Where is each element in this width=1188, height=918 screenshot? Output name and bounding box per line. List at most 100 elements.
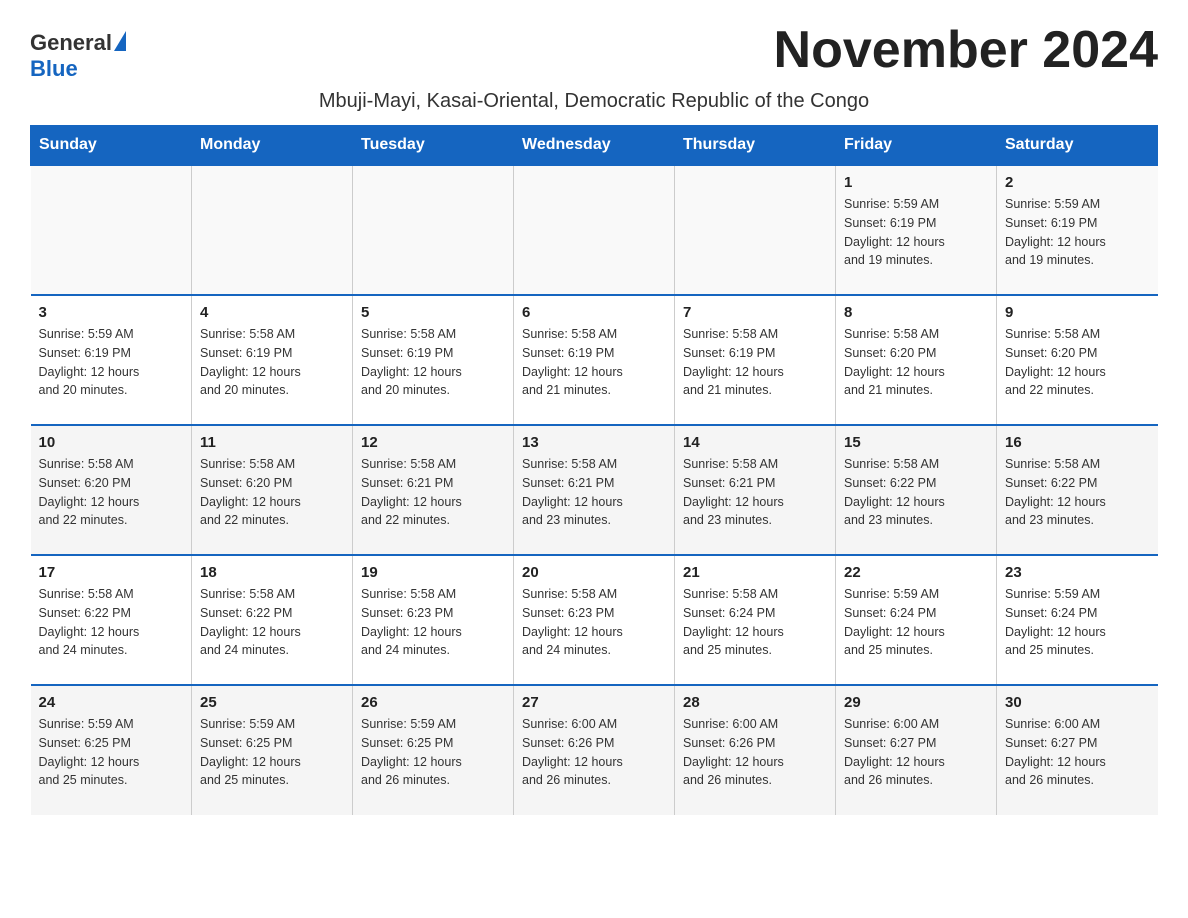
day-info: Sunrise: 5:58 AM Sunset: 6:20 PM Dayligh… [844,325,988,400]
day-number: 9 [1005,304,1150,321]
day-number: 17 [39,564,184,581]
day-info: Sunrise: 5:58 AM Sunset: 6:19 PM Dayligh… [361,325,505,400]
day-info: Sunrise: 6:00 AM Sunset: 6:26 PM Dayligh… [522,715,666,790]
calendar-cell: 19 Sunrise: 5:58 AM Sunset: 6:23 PM Dayli… [353,555,514,685]
calendar-cell: 4 Sunrise: 5:58 AM Sunset: 6:19 PM Daylig… [192,295,353,425]
col-header-friday: Friday [836,126,997,166]
calendar-cell: 29 Sunrise: 6:00 AM Sunset: 6:27 PM Dayli… [836,685,997,815]
calendar-cell: 3Sunrise: 5:59 AM Sunset: 6:19 PM Daylig… [31,295,192,425]
day-info: Sunrise: 5:58 AM Sunset: 6:23 PM Dayligh… [361,585,505,660]
logo-text-blue: Blue [30,56,78,82]
calendar-cell: 30 Sunrise: 6:00 AM Sunset: 6:27 PM Dayli… [997,685,1158,815]
day-info: Sunrise: 5:58 AM Sunset: 6:22 PM Dayligh… [844,455,988,530]
day-info: Sunrise: 5:58 AM Sunset: 6:20 PM Dayligh… [39,455,184,530]
day-info: Sunrise: 5:59 AM Sunset: 6:24 PM Dayligh… [844,585,988,660]
calendar-cell: 15 Sunrise: 5:58 AM Sunset: 6:22 PM Dayli… [836,425,997,555]
day-info: Sunrise: 6:00 AM Sunset: 6:27 PM Dayligh… [844,715,988,790]
calendar-cell [514,165,675,295]
day-info: Sunrise: 5:59 AM Sunset: 6:25 PM Dayligh… [361,715,505,790]
day-number: 21 [683,564,827,581]
logo-triangle-icon [114,31,126,51]
calendar-cell: 12 Sunrise: 5:58 AM Sunset: 6:21 PM Dayli… [353,425,514,555]
day-info: Sunrise: 5:59 AM Sunset: 6:19 PM Dayligh… [1005,195,1150,270]
day-number: 30 [1005,694,1150,711]
calendar-cell: 21 Sunrise: 5:58 AM Sunset: 6:24 PM Dayli… [675,555,836,685]
calendar-cell: 9 Sunrise: 5:58 AM Sunset: 6:20 PM Daylig… [997,295,1158,425]
day-number: 22 [844,564,988,581]
day-number: 19 [361,564,505,581]
calendar-cell: 7 Sunrise: 5:58 AM Sunset: 6:19 PM Daylig… [675,295,836,425]
calendar-cell: 26 Sunrise: 5:59 AM Sunset: 6:25 PM Dayli… [353,685,514,815]
logo-mark: General Blue [30,30,126,82]
day-number: 24 [39,694,184,711]
calendar-cell: 25Sunrise: 5:59 AM Sunset: 6:25 PM Dayli… [192,685,353,815]
day-number: 1 [844,174,988,191]
calendar-week-row: 17 Sunrise: 5:58 AM Sunset: 6:22 PM Dayli… [31,555,1158,685]
col-header-saturday: Saturday [997,126,1158,166]
calendar-cell: 8 Sunrise: 5:58 AM Sunset: 6:20 PM Daylig… [836,295,997,425]
calendar-week-row: 10 Sunrise: 5:58 AM Sunset: 6:20 PM Dayli… [31,425,1158,555]
day-number: 4 [200,304,344,321]
day-info: Sunrise: 5:59 AM Sunset: 6:19 PM Dayligh… [844,195,988,270]
day-number: 6 [522,304,666,321]
col-header-sunday: Sunday [31,126,192,166]
day-number: 13 [522,434,666,451]
day-number: 23 [1005,564,1150,581]
col-header-thursday: Thursday [675,126,836,166]
calendar-week-row: 1 Sunrise: 5:59 AM Sunset: 6:19 PM Daylig… [31,165,1158,295]
day-number: 18 [200,564,344,581]
calendar-cell: 11Sunrise: 5:58 AM Sunset: 6:20 PM Dayli… [192,425,353,555]
day-info: Sunrise: 5:58 AM Sunset: 6:19 PM Dayligh… [200,325,344,400]
day-info: Sunrise: 5:58 AM Sunset: 6:19 PM Dayligh… [522,325,666,400]
day-number: 5 [361,304,505,321]
day-number: 27 [522,694,666,711]
day-info: Sunrise: 6:00 AM Sunset: 6:27 PM Dayligh… [1005,715,1150,790]
day-info: Sunrise: 6:00 AM Sunset: 6:26 PM Dayligh… [683,715,827,790]
day-info: Sunrise: 5:58 AM Sunset: 6:24 PM Dayligh… [683,585,827,660]
day-number: 26 [361,694,505,711]
calendar-table: SundayMondayTuesdayWednesdayThursdayFrid… [30,125,1158,815]
calendar-cell: 27 Sunrise: 6:00 AM Sunset: 6:26 PM Dayli… [514,685,675,815]
calendar-cell: 5 Sunrise: 5:58 AM Sunset: 6:19 PM Daylig… [353,295,514,425]
calendar-cell [31,165,192,295]
day-number: 15 [844,434,988,451]
day-info: Sunrise: 5:58 AM Sunset: 6:23 PM Dayligh… [522,585,666,660]
day-number: 20 [522,564,666,581]
day-info: Sunrise: 5:58 AM Sunset: 6:20 PM Dayligh… [1005,325,1150,400]
day-number: 8 [844,304,988,321]
calendar-cell [192,165,353,295]
day-number: 29 [844,694,988,711]
day-number: 11 [200,434,344,451]
day-info: Sunrise: 5:59 AM Sunset: 6:25 PM Dayligh… [39,715,184,790]
col-header-tuesday: Tuesday [353,126,514,166]
calendar-header-row: SundayMondayTuesdayWednesdayThursdayFrid… [31,126,1158,166]
day-number: 3 [39,304,184,321]
day-number: 16 [1005,434,1150,451]
day-number: 25 [200,694,344,711]
calendar-week-row: 24 Sunrise: 5:59 AM Sunset: 6:25 PM Dayli… [31,685,1158,815]
calendar-cell: 14Sunrise: 5:58 AM Sunset: 6:21 PM Dayli… [675,425,836,555]
day-info: Sunrise: 5:58 AM Sunset: 6:19 PM Dayligh… [683,325,827,400]
calendar-cell: 1 Sunrise: 5:59 AM Sunset: 6:19 PM Daylig… [836,165,997,295]
day-info: Sunrise: 5:58 AM Sunset: 6:22 PM Dayligh… [39,585,184,660]
calendar-cell: 13Sunrise: 5:58 AM Sunset: 6:21 PM Dayli… [514,425,675,555]
day-number: 2 [1005,174,1150,191]
calendar-cell: 17 Sunrise: 5:58 AM Sunset: 6:22 PM Dayli… [31,555,192,685]
day-number: 7 [683,304,827,321]
page-header: General Blue November 2024 [30,20,1158,82]
day-info: Sunrise: 5:58 AM Sunset: 6:22 PM Dayligh… [200,585,344,660]
calendar-cell: 28 Sunrise: 6:00 AM Sunset: 6:26 PM Dayli… [675,685,836,815]
calendar-cell: 6 Sunrise: 5:58 AM Sunset: 6:19 PM Daylig… [514,295,675,425]
day-number: 28 [683,694,827,711]
calendar-cell: 16 Sunrise: 5:58 AM Sunset: 6:22 PM Dayli… [997,425,1158,555]
calendar-cell [675,165,836,295]
day-number: 10 [39,434,184,451]
col-header-monday: Monday [192,126,353,166]
day-number: 14 [683,434,827,451]
day-number: 12 [361,434,505,451]
calendar-cell: 22 Sunrise: 5:59 AM Sunset: 6:24 PM Dayli… [836,555,997,685]
location-subtitle: Mbuji-Mayi, Kasai-Oriental, Democratic R… [30,90,1158,113]
day-info: Sunrise: 5:58 AM Sunset: 6:21 PM Dayligh… [361,455,505,530]
day-info: Sunrise: 5:58 AM Sunset: 6:22 PM Dayligh… [1005,455,1150,530]
calendar-cell [353,165,514,295]
